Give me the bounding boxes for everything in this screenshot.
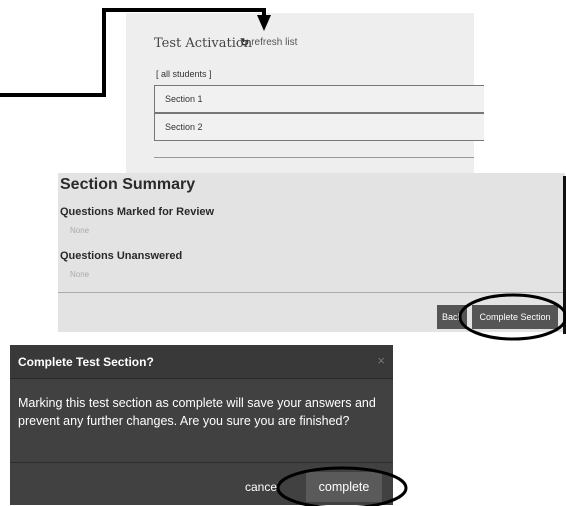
highlight-circle-complete-section (458, 293, 566, 341)
pointer-arrow-line (0, 8, 266, 97)
annotation-overlay (0, 8, 566, 506)
highlight-circle-complete (276, 466, 408, 506)
arrow-head-icon (257, 15, 271, 31)
